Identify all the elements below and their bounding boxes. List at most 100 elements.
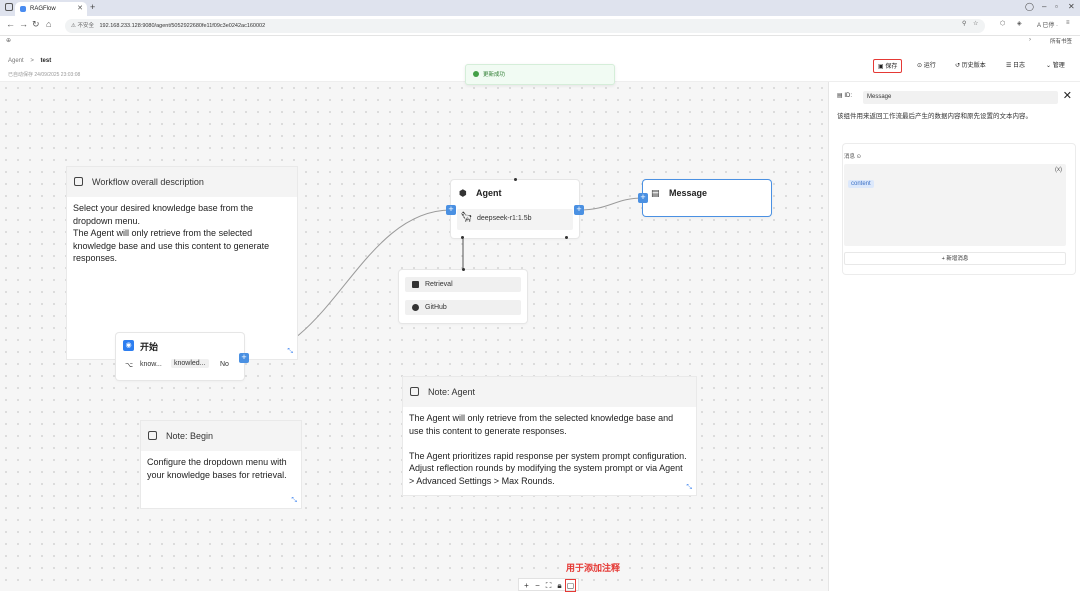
note-title: Note: Begin xyxy=(166,431,214,441)
run-icon: ⊙ xyxy=(917,63,924,69)
tools-top-handle[interactable] xyxy=(462,268,465,271)
param-value: knowled... xyxy=(171,359,209,368)
agent-title: Agent xyxy=(476,188,502,198)
run-label: 运行 xyxy=(923,63,936,69)
log-button[interactable]: ☰ 日志 xyxy=(1002,59,1029,73)
message-icon: ▤ xyxy=(651,188,660,198)
back-icon[interactable]: ← xyxy=(6,19,15,29)
bookmark-star-icon[interactable]: ☆ xyxy=(973,20,978,27)
edge-agent-message xyxy=(578,197,644,211)
message-editor[interactable]: (x) content xyxy=(844,164,1066,246)
note-body[interactable]: Configure the dropdown menu with your kn… xyxy=(141,451,301,486)
folder-icon xyxy=(412,281,419,288)
add-note-icon[interactable]: ▢ xyxy=(565,579,576,592)
tool-retrieval[interactable]: Retrieval xyxy=(405,277,521,292)
window-close-icon[interactable]: ✕ xyxy=(1068,2,1075,11)
tools-node[interactable]: Retrieval GitHub xyxy=(399,268,527,323)
new-tab-icon[interactable]: + xyxy=(90,2,95,12)
panel-id-row: ▤ ID: xyxy=(837,92,852,99)
note-begin[interactable]: Note: Begin Configure the dropdown menu … xyxy=(141,421,301,508)
tab-close-icon[interactable]: ✕ xyxy=(77,2,83,16)
param-type-icon: ⌥ xyxy=(125,362,134,369)
add-note-annotation: 用于添加注释 xyxy=(566,563,621,573)
bookmarks-chevron-icon[interactable]: › xyxy=(1029,37,1031,43)
url-field[interactable]: ⚠ 不安全 192.168.233.128:9080/agent/5052922… xyxy=(65,19,985,33)
success-check-icon xyxy=(473,71,479,77)
note-workflow-description[interactable]: Workflow overall description Select your… xyxy=(67,167,297,359)
history-button[interactable]: ↺ 历史版本 xyxy=(951,59,990,73)
note-body[interactable]: Select your desired knowledge base from … xyxy=(67,197,297,270)
tool-github-label: GitHub xyxy=(425,304,447,311)
history-label: 历史版本 xyxy=(961,63,986,69)
param-name: know... xyxy=(140,361,162,368)
manage-button[interactable]: ⌄ 管理 xyxy=(1042,59,1069,73)
shield-icon[interactable]: ◈ xyxy=(1017,20,1022,27)
tool-github[interactable]: GitHub xyxy=(405,300,521,315)
insecure-label: ⚠ 不安全 xyxy=(71,23,94,29)
profile-status[interactable]: A 已停 · xyxy=(1037,20,1058,29)
begin-output-handle[interactable]: + xyxy=(239,353,249,363)
history-icon: ↺ xyxy=(955,63,962,69)
reload-icon[interactable]: ↻ xyxy=(32,19,40,30)
id-label: ID: xyxy=(844,93,853,99)
agent-input-handle[interactable]: + xyxy=(446,205,456,215)
agent-output-handle[interactable]: + xyxy=(574,205,584,215)
lock-icon[interactable]: 🔒︎ xyxy=(554,580,565,591)
model-selector[interactable]: 🦙︎ deepseek-r1:1.5b xyxy=(457,209,573,230)
resize-handle-icon[interactable]: ⤡ xyxy=(291,497,297,505)
resize-handle-icon[interactable]: ⤡ xyxy=(686,484,692,492)
insert-variable-icon[interactable]: (x) xyxy=(1055,167,1062,173)
browser-tab-bar: RAGFlow ✕ + ◯ – ▫ ✕ xyxy=(0,0,1080,16)
zoom-in-icon[interactable]: + xyxy=(521,580,532,591)
close-icon[interactable]: ✕ xyxy=(1063,89,1072,102)
tool-retrieval-label: Retrieval xyxy=(425,281,453,288)
save-button[interactable]: ▣ 保存 xyxy=(873,59,903,73)
message-title: Message xyxy=(669,188,708,198)
tab-overview-icon[interactable] xyxy=(5,3,13,11)
zoom-out-icon[interactable]: − xyxy=(532,580,543,591)
begin-icon: ◉ xyxy=(123,340,134,351)
agent-node[interactable]: ⬢ Agent 🦙︎ deepseek-r1:1.5b + + xyxy=(446,178,584,239)
restore-icon[interactable]: ▫ xyxy=(1055,2,1058,11)
url-text: 192.168.233.128:9080/agent/5052922680fe1… xyxy=(99,23,266,29)
add-message-button[interactable]: + 新增消息 xyxy=(844,252,1066,265)
location-icon[interactable]: ⚲ xyxy=(962,20,966,27)
all-bookmarks-link[interactable]: 所有书签 xyxy=(1050,37,1072,45)
forward-icon[interactable]: → xyxy=(19,19,28,29)
message-input-handle[interactable]: + xyxy=(638,193,648,203)
note-title: Workflow overall description xyxy=(92,177,204,187)
note-body[interactable]: The Agent will only retrieve from the se… xyxy=(403,407,696,492)
menu-icon[interactable]: ≡ xyxy=(1066,20,1070,26)
note-header: Note: Agent xyxy=(403,377,696,407)
home-icon[interactable]: ⌂ xyxy=(46,19,51,29)
id-input[interactable]: Message xyxy=(863,91,1058,104)
model-name: deepseek-r1:1.5b xyxy=(477,215,532,222)
agent-top-handle[interactable] xyxy=(514,178,517,181)
canvas-controls: + − ⛶ 🔒︎ ▢ xyxy=(519,579,578,592)
autosave-status: 已自动保存 24/09/2025 23:03:08 xyxy=(8,72,81,78)
agent-bottom-left-handle[interactable] xyxy=(461,236,464,239)
workflow-canvas[interactable]: Workflow overall description Select your… xyxy=(0,82,828,591)
param-optional: No xyxy=(220,361,229,368)
note-header: Workflow overall description xyxy=(67,167,297,197)
note-title: Note: Agent xyxy=(428,387,476,397)
log-label: 日志 xyxy=(1013,63,1026,69)
minimize-icon[interactable]: – xyxy=(1042,2,1046,11)
browser-tab[interactable]: RAGFlow ✕ xyxy=(15,2,87,16)
resize-handle-icon[interactable]: ⤡ xyxy=(287,348,293,356)
note-agent[interactable]: Note: Agent The Agent will only retrieve… xyxy=(403,377,696,495)
profile-icon[interactable]: ◯ xyxy=(1025,2,1034,11)
tab-title: RAGFlow xyxy=(30,6,56,12)
breadcrumb-agent-link[interactable]: Agent xyxy=(8,58,24,64)
message-node[interactable]: ▤ Message + xyxy=(638,180,771,216)
ragflow-favicon-icon xyxy=(20,6,26,12)
config-panel: ▤ ID: Message ✕ 该组件用来返回工作流最后产生的数据内容和原先设置… xyxy=(828,82,1080,591)
run-button[interactable]: ⊙ 运行 xyxy=(913,59,940,73)
bookmark-apps-icon[interactable]: ⊕ xyxy=(6,37,11,44)
begin-title: 开始 xyxy=(140,342,159,352)
agent-bottom-right-handle[interactable] xyxy=(565,236,568,239)
begin-node[interactable]: ◉ 开始 ⌥ know... knowled... No + xyxy=(116,333,249,380)
fit-view-icon[interactable]: ⛶ xyxy=(543,580,554,591)
extensions-icon[interactable]: ⬡ xyxy=(1000,20,1005,27)
content-variable-tag[interactable]: content xyxy=(848,180,874,188)
